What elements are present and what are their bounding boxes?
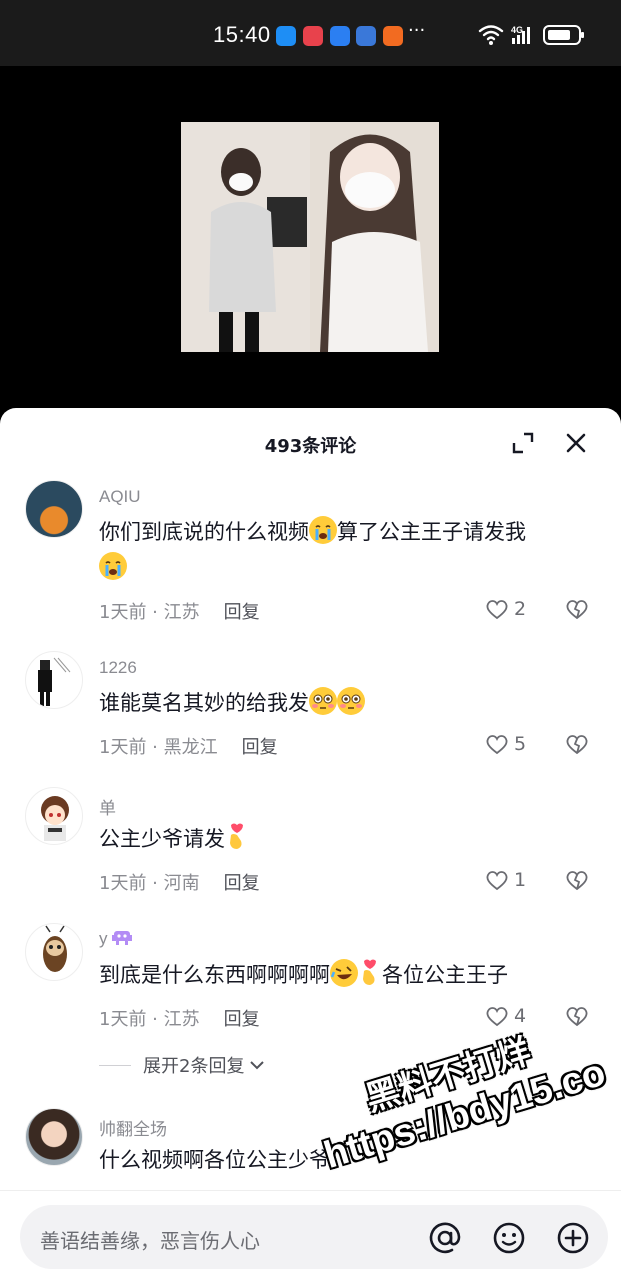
video-player[interactable] bbox=[0, 66, 621, 416]
comment-meta: 1天前 · 黑龙江 回复 bbox=[99, 737, 278, 758]
comment-input[interactable]: 善语结善缘，恶言伤人心 bbox=[20, 1205, 608, 1269]
signal-battery-icons: 4G bbox=[478, 25, 584, 45]
comment-time: 1天前 bbox=[99, 873, 147, 894]
comment-text-part: 各位公主王子 bbox=[382, 963, 508, 987]
expand-icon[interactable] bbox=[510, 430, 536, 456]
broken-heart-icon[interactable] bbox=[565, 598, 589, 620]
comment-meta: 1天前 · 江苏 回复 bbox=[99, 602, 260, 623]
reply-button[interactable]: 回复 bbox=[224, 1009, 260, 1030]
comment-text-part: 算了公主王子请发我 bbox=[337, 520, 526, 544]
comment-input-placeholder: 善语结善缘，恶言伤人心 bbox=[40, 1229, 260, 1253]
reply-button[interactable]: 回复 bbox=[224, 873, 260, 894]
broken-heart-icon[interactable] bbox=[565, 733, 589, 755]
comment-input-bar: 善语结善缘，恶言伤人心 bbox=[0, 1190, 621, 1280]
like-button[interactable]: 1 bbox=[485, 869, 526, 891]
comment-text: 什么视频啊各位公主少爷 bbox=[99, 1142, 599, 1178]
comment-time: 1天前 bbox=[99, 602, 147, 623]
comment-location: 黑龙江 bbox=[163, 737, 218, 758]
like-count: 5 bbox=[514, 733, 527, 755]
rofl-emoji-icon bbox=[330, 959, 358, 987]
heart-outline-icon bbox=[486, 735, 508, 755]
comment-username[interactable]: 帅翻全场 bbox=[99, 1115, 167, 1140]
close-icon[interactable] bbox=[563, 430, 589, 456]
avatar[interactable] bbox=[25, 923, 83, 981]
avatar[interactable] bbox=[25, 651, 83, 709]
plus-circle-icon[interactable] bbox=[556, 1221, 590, 1255]
like-button[interactable]: 5 bbox=[485, 733, 526, 755]
broken-heart-icon[interactable] bbox=[565, 869, 589, 891]
alien-monster-emoji-icon bbox=[111, 931, 132, 945]
comment-text-part: 什么视频啊各位公主少爷 bbox=[99, 1148, 330, 1172]
comment-text: 你们到底说的什么视频 算了公主王子请发我 bbox=[99, 514, 599, 586]
comment-text: 公主少爷请发 bbox=[99, 821, 599, 857]
at-icon[interactable] bbox=[428, 1221, 462, 1255]
finger-heart-emoji-icon bbox=[225, 821, 249, 849]
smiley-icon[interactable] bbox=[492, 1221, 526, 1255]
video-frame bbox=[181, 122, 439, 352]
shield-app-icon bbox=[276, 26, 296, 46]
chat-app-icon bbox=[330, 26, 350, 46]
comment-text: 谁能莫名其妙的给我发 bbox=[99, 685, 599, 721]
status-time: 15:40 bbox=[213, 22, 271, 47]
like-count: 4 bbox=[514, 1005, 527, 1027]
heart-outline-icon bbox=[486, 871, 508, 891]
avatar[interactable] bbox=[25, 480, 83, 538]
reply-button[interactable]: 回复 bbox=[242, 737, 278, 758]
chevron-down-icon bbox=[250, 1061, 265, 1070]
comment-username[interactable]: y bbox=[99, 927, 134, 949]
comment-username-text: y bbox=[99, 929, 108, 948]
comment-meta: 1天前 · 江苏 回复 bbox=[99, 1009, 260, 1030]
finger-heart-emoji-icon bbox=[358, 957, 382, 985]
expand-replies-label: 展开2条回复 bbox=[143, 1056, 245, 1077]
comment-username[interactable]: 单 bbox=[99, 794, 116, 819]
reply-button[interactable]: 回复 bbox=[224, 602, 260, 623]
browser-app-icon bbox=[356, 26, 376, 46]
status-bar: 15:40 ··· 4G bbox=[0, 0, 621, 66]
comment-text: 到底是什么东西啊啊啊啊 各位公主王子 bbox=[99, 957, 599, 993]
avatar[interactable] bbox=[25, 787, 83, 845]
broken-heart-icon[interactable] bbox=[565, 1005, 589, 1027]
comment-location: 江苏 bbox=[163, 1009, 200, 1030]
comment-sheet: 493条评论 AQIU 你们到底说的什么视频 算了公主王子请发我 1天前 · 江苏… bbox=[0, 408, 621, 1280]
comment-time: 1天前 bbox=[99, 1009, 147, 1030]
flushed-emoji-icon bbox=[337, 687, 365, 715]
like-count: 1 bbox=[514, 869, 527, 891]
huawei-app-icon bbox=[303, 26, 323, 46]
comment-time: 1天前 bbox=[99, 737, 147, 758]
more-notifications-icon: ··· bbox=[408, 20, 426, 41]
video-frame-left bbox=[181, 122, 310, 352]
comment-location: 河南 bbox=[163, 873, 200, 894]
wifi-icon bbox=[478, 25, 504, 41]
like-button[interactable]: 4 bbox=[485, 1005, 526, 1027]
crying-emoji-icon bbox=[99, 552, 127, 580]
store-app-icon bbox=[383, 26, 403, 46]
comment-text-part: 你们到底说的什么视频 bbox=[99, 520, 309, 544]
battery-icon bbox=[543, 25, 584, 45]
comment-meta: 1天前 · 河南 回复 bbox=[99, 873, 260, 894]
comment-username[interactable]: AQIU bbox=[99, 487, 141, 507]
network-type: 4G bbox=[511, 25, 523, 35]
comment-text-part: 公主少爷请发 bbox=[99, 827, 225, 851]
comment-username[interactable]: 1226 bbox=[99, 658, 137, 678]
avatar[interactable] bbox=[25, 1108, 83, 1166]
comment-text-part: 谁能莫名其妙的给我发 bbox=[99, 691, 309, 715]
like-count: 2 bbox=[514, 598, 527, 620]
crying-emoji-icon bbox=[309, 516, 337, 544]
divider bbox=[99, 1064, 131, 1066]
expand-replies-button[interactable]: 展开2条回复 bbox=[99, 1052, 266, 1078]
comment-location: 江苏 bbox=[163, 602, 200, 623]
like-button[interactable]: 2 bbox=[485, 598, 526, 620]
video-frame-right bbox=[310, 122, 439, 352]
flushed-emoji-icon bbox=[309, 687, 337, 715]
heart-outline-icon bbox=[486, 1007, 508, 1027]
comment-text-part: 到底是什么东西啊啊啊啊 bbox=[99, 963, 330, 987]
heart-outline-icon bbox=[486, 600, 508, 620]
